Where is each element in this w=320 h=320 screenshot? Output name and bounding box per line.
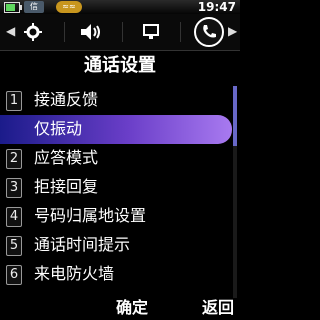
network-indicator-icon: ≈≈: [56, 1, 82, 13]
monitor-icon[interactable]: [136, 18, 166, 46]
page-title: 通话设置: [84, 55, 156, 76]
scrollbar[interactable]: [233, 86, 237, 298]
message-indicator-icon: 信: [24, 1, 44, 13]
phone-icon[interactable]: [194, 17, 224, 47]
item-number: 6: [6, 265, 22, 285]
item-label: 仅振动: [34, 119, 83, 138]
menu-item-number-location[interactable]: 4 号码归属地设置: [0, 202, 232, 231]
menu-item-answer-mode[interactable]: 2 应答模式: [0, 144, 232, 173]
settings-gear-icon[interactable]: [18, 18, 48, 46]
item-number: 4: [6, 207, 22, 227]
menu-item-reject-reply[interactable]: 3 拒接回复: [0, 173, 232, 202]
menu-item-connect-feedback[interactable]: 1 接通反馈: [0, 86, 232, 115]
item-label: 应答模式: [34, 148, 99, 167]
item-number: 1: [6, 91, 22, 111]
confirm-softkey[interactable]: 确定: [116, 294, 148, 318]
menu-item-vibrate-only[interactable]: 仅振动: [0, 115, 232, 144]
item-label: 拒接回复: [34, 177, 99, 196]
status-bar: 信 ≈≈ 19:47: [0, 0, 240, 14]
back-softkey[interactable]: 返回: [202, 294, 234, 318]
item-label: 号码归属地设置: [34, 206, 147, 225]
speaker-icon[interactable]: [76, 18, 106, 46]
left-arrow-icon[interactable]: ◀: [6, 24, 15, 38]
scrollbar-thumb[interactable]: [233, 86, 237, 146]
item-label: 接通反馈: [34, 90, 99, 109]
menu-item-call-firewall[interactable]: 6 来电防火墙: [0, 260, 232, 289]
battery-icon: [4, 2, 22, 13]
softkey-bar: 确定 返回: [0, 298, 240, 320]
item-label: 来电防火墙: [34, 264, 115, 283]
menu-item-call-time-reminder[interactable]: 5 通话时间提示: [0, 231, 232, 260]
item-number: 3: [6, 178, 22, 198]
right-arrow-icon[interactable]: ▶: [228, 24, 237, 38]
tab-bar: ◀ ▶: [0, 14, 240, 51]
clock: 19:47: [197, 0, 236, 14]
item-label: 通话时间提示: [34, 235, 131, 254]
item-number: 5: [6, 236, 22, 256]
item-number: 2: [6, 149, 22, 169]
settings-menu: 1 接通反馈 仅振动 2 应答模式 3 拒接回复 4 号码归属地设置 5 通话时…: [0, 86, 232, 289]
